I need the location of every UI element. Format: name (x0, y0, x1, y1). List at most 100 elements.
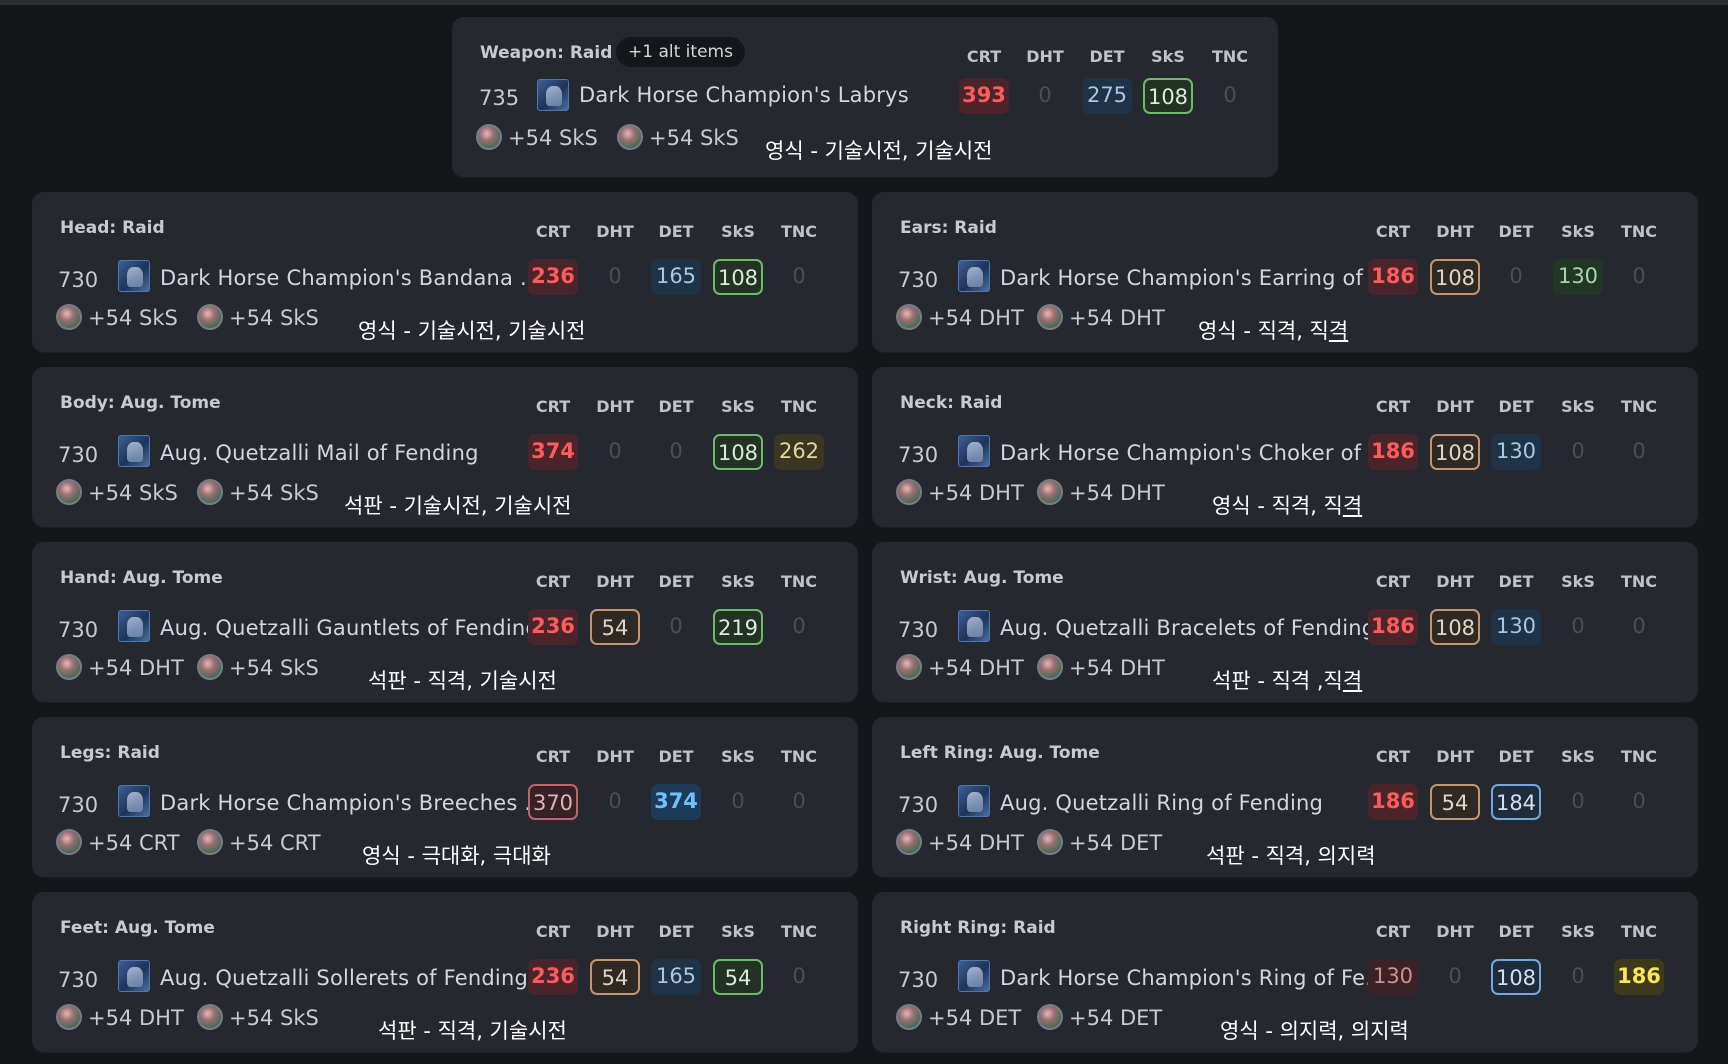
materia-label: +54 DET (1069, 831, 1163, 855)
stat-sks: 54 (713, 959, 763, 995)
materia-label: +54 SkS (229, 481, 319, 505)
materia-slot-2[interactable]: +54 SkS (197, 479, 319, 507)
item-level: 730 (58, 268, 99, 292)
item-name[interactable]: Dark Horse Champion's Breeches ... (160, 791, 545, 815)
materia-slot-1[interactable]: +54 DHT (56, 1004, 184, 1032)
stat-det: 374 (651, 784, 701, 820)
materia-slot-1[interactable]: +54 DET (896, 1004, 1021, 1032)
materia-slot-2[interactable]: +54 SkS (197, 654, 319, 682)
stat-header-sks: SkS (721, 222, 755, 241)
materia-slot-2[interactable]: +54 DET (1037, 1004, 1162, 1032)
stat-tnc: 0 (792, 789, 806, 813)
materia-slot-1[interactable]: +54 DHT (56, 654, 184, 682)
item-name[interactable]: Dark Horse Champion's Labrys (579, 83, 909, 107)
item-name[interactable]: Aug. Quetzalli Gauntlets of Fending (160, 616, 539, 640)
stat-header-det: DET (1089, 47, 1125, 66)
stat-header-dht: DHT (596, 747, 634, 766)
item-name[interactable]: Dark Horse Champion's Ring of Fe... (1000, 966, 1386, 990)
stat-crt: 236 (528, 259, 578, 295)
materia-icon (476, 124, 502, 150)
item-level: 735 (479, 86, 520, 110)
materia-slot-1[interactable]: +54 DHT (896, 829, 1024, 857)
materia-icon (896, 479, 922, 505)
materia-label: +54 SkS (229, 1006, 319, 1030)
materia-note: 영식 - 의지력, 의지력 (1220, 1015, 1409, 1045)
materia-icon (1037, 829, 1063, 855)
materia-slot-2[interactable]: +54 SkS (197, 304, 319, 332)
gear-card[interactable]: Wrist: Aug. Tome CRT DHT DET SkS TNC 730 Aug. Q… (872, 542, 1698, 702)
stat-header-crt: CRT (535, 222, 571, 241)
stat-crt: 186 (1368, 259, 1418, 295)
gear-card[interactable]: Feet: Aug. Tome CRT DHT DET SkS TNC 730 Aug. Qu… (32, 892, 858, 1052)
gear-card[interactable]: Left Ring: Aug. Tome CRT DHT DET SkS TNC 730 Au… (872, 717, 1698, 877)
gear-card[interactable]: Hand: Aug. Tome CRT DHT DET SkS TNC 730 Aug. Qu… (32, 542, 858, 702)
item-name[interactable]: Dark Horse Champion's Bandana ... (160, 266, 541, 290)
stat-header-tnc: TNC (780, 222, 818, 241)
materia-slot-2[interactable]: +54 SkS (197, 1004, 319, 1032)
materia-slot-1[interactable]: +54 SkS (476, 124, 598, 152)
gear-card[interactable]: Neck: Raid CRT DHT DET SkS TNC 730 Dark Horse C… (872, 367, 1698, 527)
materia-icon (896, 654, 922, 680)
gear-item-icon (958, 960, 990, 992)
stat-sks: 0 (1571, 789, 1585, 813)
stat-header-det: DET (658, 572, 694, 591)
stat-header-det: DET (658, 747, 694, 766)
gear-card[interactable]: Ears: Raid CRT DHT DET SkS TNC 730 Dark Horse C… (872, 192, 1698, 352)
stat-header-det: DET (1498, 397, 1534, 416)
stat-det: 184 (1491, 784, 1541, 820)
materia-note-text: 석판 - 직격 ,직 (1212, 669, 1343, 693)
stat-header-sks: SkS (721, 922, 755, 941)
stat-header-crt: CRT (1375, 222, 1411, 241)
materia-note-text: 석판 - 기술시전, 기술시전 (344, 494, 572, 518)
materia-slot-1[interactable]: +54 DHT (896, 304, 1024, 332)
stat-header-crt: CRT (535, 572, 571, 591)
weapon-card[interactable]: Weapon: Raid +1 alt items CRT DHT DET Sk… (452, 17, 1278, 177)
materia-label: +54 DET (928, 1006, 1022, 1030)
materia-slot-2[interactable]: +54 DHT (1037, 654, 1165, 682)
materia-label: +54 DHT (1069, 306, 1165, 330)
materia-label: +54 DHT (88, 1006, 184, 1030)
alt-items-button[interactable]: +1 alt items (616, 37, 745, 67)
stat-header-crt: CRT (966, 47, 1002, 66)
stat-sks: 0 (1571, 439, 1585, 463)
stat-det: 108 (1491, 959, 1541, 995)
materia-slot-2[interactable]: +54 DHT (1037, 304, 1165, 332)
materia-slot-2[interactable]: +54 DET (1037, 829, 1162, 857)
stat-sks: 0 (1571, 964, 1585, 988)
gear-item-icon (118, 785, 150, 817)
stat-det: 165 (651, 959, 701, 995)
gear-card[interactable]: Body: Aug. Tome CRT DHT DET SkS TNC 730 Aug. Qu… (32, 367, 858, 527)
materia-slot-1[interactable]: +54 CRT (56, 829, 180, 857)
item-name[interactable]: Dark Horse Champion's Earring of ... (1000, 266, 1391, 290)
gear-item-icon (118, 260, 150, 292)
gear-card[interactable]: Right Ring: Raid CRT DHT DET SkS TNC 730 Dark H… (872, 892, 1698, 1052)
stat-header-dht: DHT (596, 572, 634, 591)
item-name[interactable]: Dark Horse Champion's Choker of ... (1000, 441, 1389, 465)
materia-icon (197, 1004, 223, 1030)
materia-slot-1[interactable]: +54 SkS (56, 304, 178, 332)
stat-tnc: 186 (1614, 959, 1664, 995)
stat-crt: 370 (528, 784, 578, 820)
materia-slot-1[interactable]: +54 DHT (896, 654, 1024, 682)
slot-label: Legs: Raid (60, 743, 160, 763)
item-name[interactable]: Aug. Quetzalli Bracelets of Fending (1000, 616, 1375, 640)
materia-slot-1[interactable]: +54 SkS (56, 479, 178, 507)
stat-crt: 374 (528, 434, 578, 470)
materia-note: 석판 - 직격, 기술시전 (368, 665, 557, 695)
stat-crt: 236 (528, 959, 578, 995)
materia-slot-1[interactable]: +54 DHT (896, 479, 1024, 507)
materia-slot-2[interactable]: +54 SkS (617, 124, 739, 152)
item-name[interactable]: Aug. Quetzalli Mail of Fending (160, 441, 479, 465)
gear-card[interactable]: Head: Raid CRT DHT DET SkS TNC 730 Dark Horse C… (32, 192, 858, 352)
item-name[interactable]: Aug. Quetzalli Ring of Fending (1000, 791, 1323, 815)
stat-header-sks: SkS (721, 572, 755, 591)
stat-dht: 0 (1038, 83, 1052, 107)
gear-item-icon (958, 435, 990, 467)
gear-card[interactable]: Legs: Raid CRT DHT DET SkS TNC 730 Dark Horse C… (32, 717, 858, 877)
materia-slot-2[interactable]: +54 DHT (1037, 479, 1165, 507)
materia-slot-2[interactable]: +54 CRT (197, 829, 321, 857)
materia-icon (1037, 304, 1063, 330)
materia-icon (896, 304, 922, 330)
materia-note-underlined: 격 (1342, 669, 1363, 693)
item-name[interactable]: Aug. Quetzalli Sollerets of Fending (160, 966, 528, 990)
